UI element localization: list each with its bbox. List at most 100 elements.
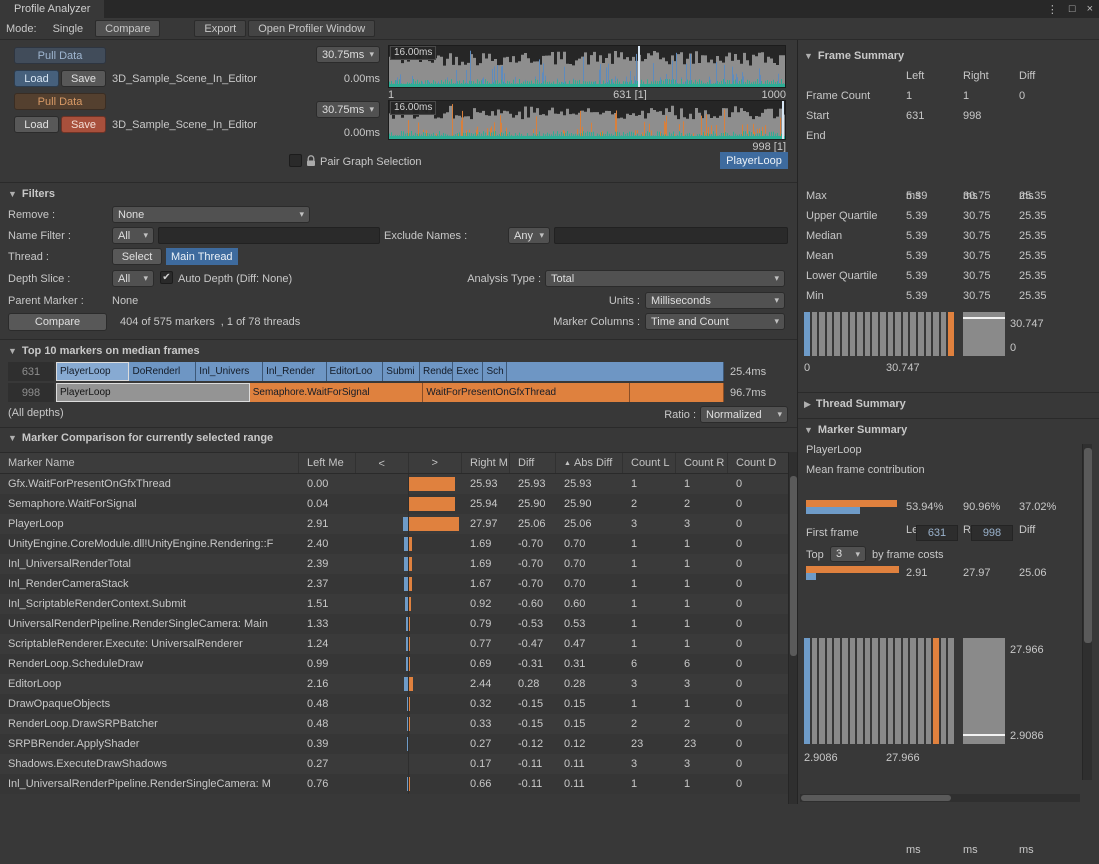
column-header-right-mean[interactable]: Right M [462, 453, 510, 473]
save-left-button[interactable]: Save [61, 70, 106, 87]
remove-dropdown[interactable]: None▾ [112, 206, 310, 223]
load-left-button[interactable]: Load [14, 70, 59, 87]
marker-table-scrollbar[interactable] [788, 452, 797, 804]
exclude-names-input[interactable] [554, 227, 788, 244]
table-row[interactable]: Inl_RenderCameraStack2.371.67-0.700.7011… [0, 574, 788, 594]
top10-segment[interactable]: WaitForPresentOnGfxThread [423, 383, 630, 402]
first-frame-label: First frame [806, 527, 859, 539]
top10-segment[interactable]: Inl_Univers [196, 362, 263, 381]
top10-segment[interactable]: DoRenderl [129, 362, 196, 381]
marker-comparison-header[interactable]: ▼Marker Comparison for currently selecte… [8, 432, 273, 444]
column-header-count-left[interactable]: Count L [623, 453, 676, 473]
column-header-abs-diff[interactable]: ▲Abs Diff [556, 453, 623, 473]
name-filter-input[interactable] [158, 227, 380, 244]
column-header-count-diff[interactable]: Count D [728, 453, 788, 473]
export-button[interactable]: Export [194, 20, 246, 37]
frame-summary-header[interactable]: ▼Frame Summary [804, 50, 904, 62]
column-header-right-bar[interactable]: > [409, 457, 462, 469]
close-icon[interactable]: × [1087, 3, 1093, 15]
thread-select-button[interactable]: Select [112, 248, 162, 265]
table-row[interactable]: Semaphore.WaitForSignal0.0425.9425.9025.… [0, 494, 788, 514]
histogram-bar [872, 638, 878, 744]
thread-label: Thread : [8, 251, 49, 263]
contribution-left-value: 53.94% [906, 501, 943, 513]
table-row[interactable]: UniversalRenderPipeline.RenderSingleCame… [0, 614, 788, 634]
table-row[interactable]: Gfx.WaitForPresentOnGfxThread0.0025.9325… [0, 474, 788, 494]
pull-data-left-button[interactable]: Pull Data [14, 47, 106, 64]
marker-summary-hscrollbar[interactable] [800, 794, 1080, 802]
marker-summary-header[interactable]: ▼Marker Summary [804, 424, 907, 436]
top10-segment[interactable]: PlayerLoop [56, 362, 129, 381]
mode-toolbar: Mode: Single Compare Export Open Profile… [0, 18, 1099, 40]
right-cost-bar [806, 566, 899, 573]
top10-segment[interactable]: Submi [383, 362, 420, 381]
first-frame-right-button[interactable]: 998 [971, 525, 1013, 541]
column-header-left-bar[interactable]: < [356, 453, 409, 473]
top10-segment[interactable]: PlayerLoop [56, 383, 250, 402]
mode-compare-button[interactable]: Compare [95, 20, 160, 37]
first-frame-left-button[interactable]: 631 [916, 525, 958, 541]
kebab-menu-icon[interactable]: ⋮ [1047, 3, 1058, 16]
boxplot-max-label: 30.747 [1010, 318, 1044, 330]
analysis-type-dropdown[interactable]: Total▾ [545, 270, 785, 287]
ratio-dropdown[interactable]: Normalized▾ [700, 406, 788, 423]
pull-data-right-button[interactable]: Pull Data [14, 93, 106, 110]
column-header-diff[interactable]: Diff [510, 453, 556, 473]
column-header-count-right[interactable]: Count R [676, 453, 728, 473]
depth-slice-dropdown[interactable]: All▾ [112, 270, 154, 287]
open-profiler-window-button[interactable]: Open Profiler Window [248, 20, 375, 37]
column-header-left-mean[interactable]: Left Me [299, 453, 356, 473]
table-row[interactable]: Shadows.ExecuteDrawShadows0.270.17-0.110… [0, 754, 788, 774]
top10-section-header[interactable]: ▼Top 10 markers on median frames [8, 345, 200, 357]
top10-segment[interactable] [507, 362, 724, 381]
compare-button[interactable]: Compare [8, 313, 107, 331]
name-filter-mode-dropdown[interactable]: All▾ [112, 227, 154, 244]
window-tab[interactable]: Profile Analyzer [0, 0, 104, 18]
thread-summary-header[interactable]: ▶Thread Summary [804, 398, 906, 410]
maximize-icon[interactable]: □ [1069, 3, 1076, 15]
marker-columns-dropdown[interactable]: Time and Count▾ [645, 313, 785, 330]
mode-single-button[interactable]: Single [43, 20, 94, 37]
table-row[interactable]: UnityEngine.CoreModule.dll!UnityEngine.R… [0, 534, 788, 554]
marker-summary-scrollbar[interactable] [1082, 444, 1092, 780]
right-graph-scale-dropdown[interactable]: 30.75ms▾ [316, 101, 380, 118]
scrollbar-thumb[interactable] [801, 795, 951, 801]
top10-segment[interactable]: Rende [420, 362, 453, 381]
table-row[interactable]: RenderLoop.ScheduleDraw0.990.69-0.310.31… [0, 654, 788, 674]
top-n-dropdown[interactable]: 3▾ [830, 546, 866, 562]
top10-segment[interactable]: EditorLoo [327, 362, 384, 381]
abs-diff-cell: 0.11 [556, 774, 623, 794]
scrollbar-thumb[interactable] [1084, 448, 1092, 643]
right-frame-time-graph[interactable] [388, 100, 786, 140]
right-ms-cell: 0.27 [462, 734, 510, 754]
selected-marker-badge[interactable]: PlayerLoop [720, 152, 788, 169]
top10-segment[interactable] [630, 383, 724, 402]
top10-segment[interactable]: Inl_Render [263, 362, 326, 381]
save-right-button[interactable]: Save [61, 116, 106, 133]
table-row[interactable]: Inl_UniversalRenderPipeline.RenderSingle… [0, 774, 788, 794]
exclude-mode-dropdown[interactable]: Any▾ [508, 227, 550, 244]
auto-depth-checkbox[interactable]: ✔ [160, 271, 173, 284]
pair-graph-selection-checkbox[interactable] [289, 154, 302, 167]
table-row[interactable]: DrawOpaqueObjects0.480.32-0.150.15110 [0, 694, 788, 714]
scrollbar-thumb[interactable] [790, 476, 797, 656]
top10-segment[interactable]: Semaphore.WaitForSignal [250, 383, 424, 402]
table-row[interactable]: Inl_ScriptableRenderContext.Submit1.510.… [0, 594, 788, 614]
top10-segment[interactable]: Exec [453, 362, 483, 381]
table-row[interactable]: EditorLoop2.162.440.280.28330 [0, 674, 788, 694]
table-row[interactable]: ScriptableRenderer.Execute: UniversalRen… [0, 634, 788, 654]
top10-segment[interactable]: Sch [483, 362, 506, 381]
left-frame-time-graph[interactable] [388, 45, 786, 88]
table-row[interactable]: RenderLoop.DrawSRPBatcher0.480.33-0.150.… [0, 714, 788, 734]
units-dropdown[interactable]: Milliseconds▾ [645, 292, 785, 309]
table-row[interactable]: PlayerLoop2.9127.9725.0625.06330 [0, 514, 788, 534]
table-row[interactable]: Inl_UniversalRenderTotal2.391.69-0.700.7… [0, 554, 788, 574]
left-graph-scale-dropdown[interactable]: 30.75ms▾ [316, 46, 380, 63]
filters-section-header[interactable]: ▼Filters [8, 188, 55, 200]
load-right-button[interactable]: Load [14, 116, 59, 133]
column-header-marker-name[interactable]: Marker Name [0, 453, 299, 473]
abs-diff-cell: 0.47 [556, 634, 623, 654]
table-row[interactable]: SRPBRender.ApplyShader0.390.27-0.120.122… [0, 734, 788, 754]
column-header-bars[interactable]: <> [356, 453, 462, 473]
abs-diff-cell: 0.11 [556, 754, 623, 774]
